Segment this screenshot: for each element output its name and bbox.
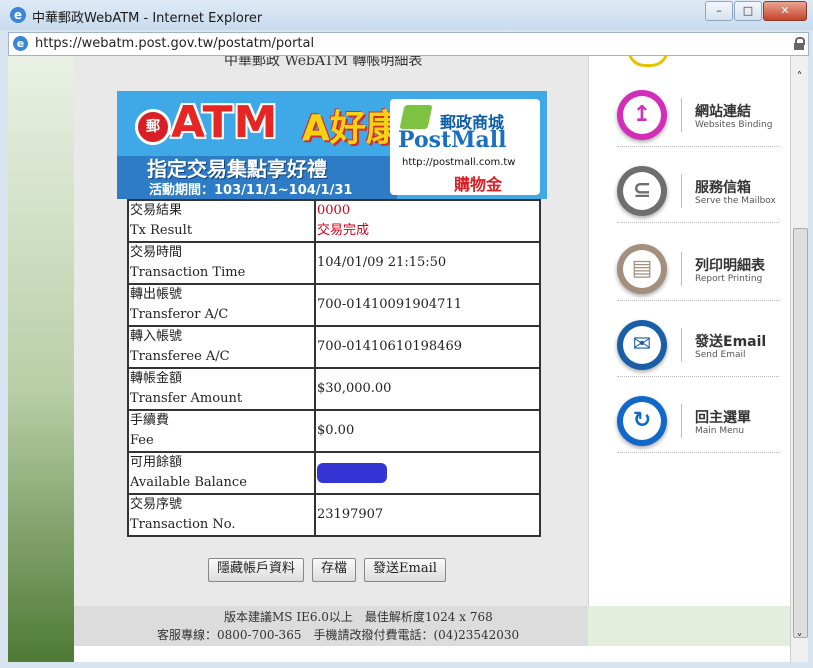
ie-page-icon: e xyxy=(13,36,28,51)
shop-url: http://postmall.com.tw xyxy=(402,157,516,168)
menu-item-send-email[interactable]: ✉ 發送Email Send Email xyxy=(617,314,779,378)
scroll-thumb[interactable] xyxy=(793,228,808,638)
shop-gold: 購物金 xyxy=(454,175,503,194)
banner-atm-text: ATM xyxy=(171,97,279,148)
table-row: 交易時間 Transaction Time 104/01/09 21:15:50 xyxy=(127,241,541,285)
banner-subtitle: 指定交易集點享好禮 xyxy=(147,157,327,181)
available-balance xyxy=(314,451,541,495)
ie-icon: e xyxy=(10,7,26,23)
table-row: 可用餘額 Available Balance xyxy=(127,451,541,495)
table-row: 交易結果 Tx Result 0000 交易完成 xyxy=(127,199,541,243)
footer-contact: 客服專線：0800-700-365 手機請改撥付費電話：(04)23542030 xyxy=(157,628,520,642)
transferor-account: 700-01410091904711 xyxy=(314,283,541,327)
minimize-button[interactable]: – xyxy=(705,1,733,21)
window-controls: – □ ✕ xyxy=(704,1,807,21)
transferee-account: 700-01410610198469 xyxy=(314,325,541,369)
left-decoration xyxy=(8,56,74,662)
banner-period: 活動期間：103/11/1~104/1/31 xyxy=(149,183,353,198)
scroll-up-icon[interactable]: ˄ xyxy=(791,70,808,86)
postmall-logo: 郵政商城 PostMall http://postmall.com.tw 購物金 xyxy=(390,99,540,195)
promo-banner[interactable]: 郵 ATM A好康 指定交易集點享好禮 活動期間：103/11/1~104/1/… xyxy=(117,91,547,199)
page-content: 中華郵政 WebATM 轉帳明細表 郵 ATM A好康 指定交易集點享好禮 活動… xyxy=(8,56,790,662)
table-row: 轉出帳號 Transferor A/C 700-01410091904711 xyxy=(127,283,541,327)
save-button[interactable]: 存檔 xyxy=(312,558,357,582)
table-row: 手續費 Fee $0.00 xyxy=(127,409,541,453)
tx-time: 104/01/09 21:15:50 xyxy=(314,241,541,285)
close-button[interactable]: ✕ xyxy=(763,1,807,21)
hide-account-button[interactable]: 隱藏帳戶資料 xyxy=(208,558,305,582)
footer: 版本建議MS IE6.0以上 最佳解析度1024 x 768 客服專線：0800… xyxy=(74,606,790,646)
table-row: 交易序號 Transaction No. 23197907 xyxy=(127,493,541,537)
mailbox-icon: ⊆ xyxy=(617,166,667,216)
footer-browser-note: 版本建議MS IE6.0以上 最佳解析度1024 x 768 xyxy=(224,610,493,624)
return-icon: ↻ xyxy=(617,396,667,446)
lock-icon[interactable] xyxy=(794,37,805,50)
email-icon: ✉ xyxy=(617,320,667,370)
menu-item-report-printing[interactable]: ▤ 列印明細表 Report Printing xyxy=(617,238,779,302)
shop-brand: PostMall xyxy=(398,127,507,153)
printer-icon: ▤ xyxy=(617,244,667,294)
transaction-table: 交易結果 Tx Result 0000 交易完成 交易時間 Transaction T… xyxy=(127,199,541,537)
link-icon: ↥ xyxy=(617,90,667,140)
transfer-amount: $30,000.00 xyxy=(314,367,541,411)
tx-result-text: 交易完成 xyxy=(317,223,370,238)
redaction-mark xyxy=(317,462,387,483)
shopping-bag-icon xyxy=(399,105,433,129)
table-row: 轉入帳號 Transferee A/C 700-01410610198469 xyxy=(127,325,541,369)
fee: $0.00 xyxy=(314,409,541,453)
url-text[interactable]: https://webatm.post.gov.tw/postatm/porta… xyxy=(35,36,314,51)
scroll-down-icon[interactable]: ˅ xyxy=(791,632,808,648)
tx-result-code: 0000 xyxy=(317,203,351,218)
side-menu: ↥ 網站連結 Websites Binding ⊆ 服務信箱 Serve the… xyxy=(588,56,790,606)
report-title: 中華郵政 WebATM 轉帳明細表 xyxy=(224,56,423,69)
vertical-scrollbar[interactable]: ˄ ˅ xyxy=(790,56,808,662)
send-email-button[interactable]: 發送Email xyxy=(364,558,446,582)
table-row: 轉帳金額 Transfer Amount $30,000.00 xyxy=(127,367,541,411)
window-title: 中華郵政WebATM - Internet Explorer xyxy=(32,11,263,26)
menu-item-websites-binding[interactable]: ↥ 網站連結 Websites Binding xyxy=(617,84,779,148)
main-area: 中華郵政 WebATM 轉帳明細表 郵 ATM A好康 指定交易集點享好禮 活動… xyxy=(74,56,588,606)
post-logo-icon: 郵 xyxy=(135,109,171,145)
menu-item-main-menu[interactable]: ↻ 回主選單 Main Menu xyxy=(617,390,779,454)
banner-good-text: A好康 xyxy=(302,108,402,149)
transaction-number: 23197907 xyxy=(314,493,541,537)
title-bar: e 中華郵政WebATM - Internet Explorer – □ ✕ xyxy=(0,0,813,30)
partial-menu-icon xyxy=(627,56,669,67)
menu-item-mailbox[interactable]: ⊆ 服務信箱 Serve the Mailbox xyxy=(617,160,779,224)
address-bar[interactable]: e https://webatm.post.gov.tw/postatm/por… xyxy=(8,32,809,56)
maximize-button[interactable]: □ xyxy=(734,1,762,21)
action-buttons: 隱藏帳戶資料 存檔 發送Email xyxy=(208,558,454,582)
